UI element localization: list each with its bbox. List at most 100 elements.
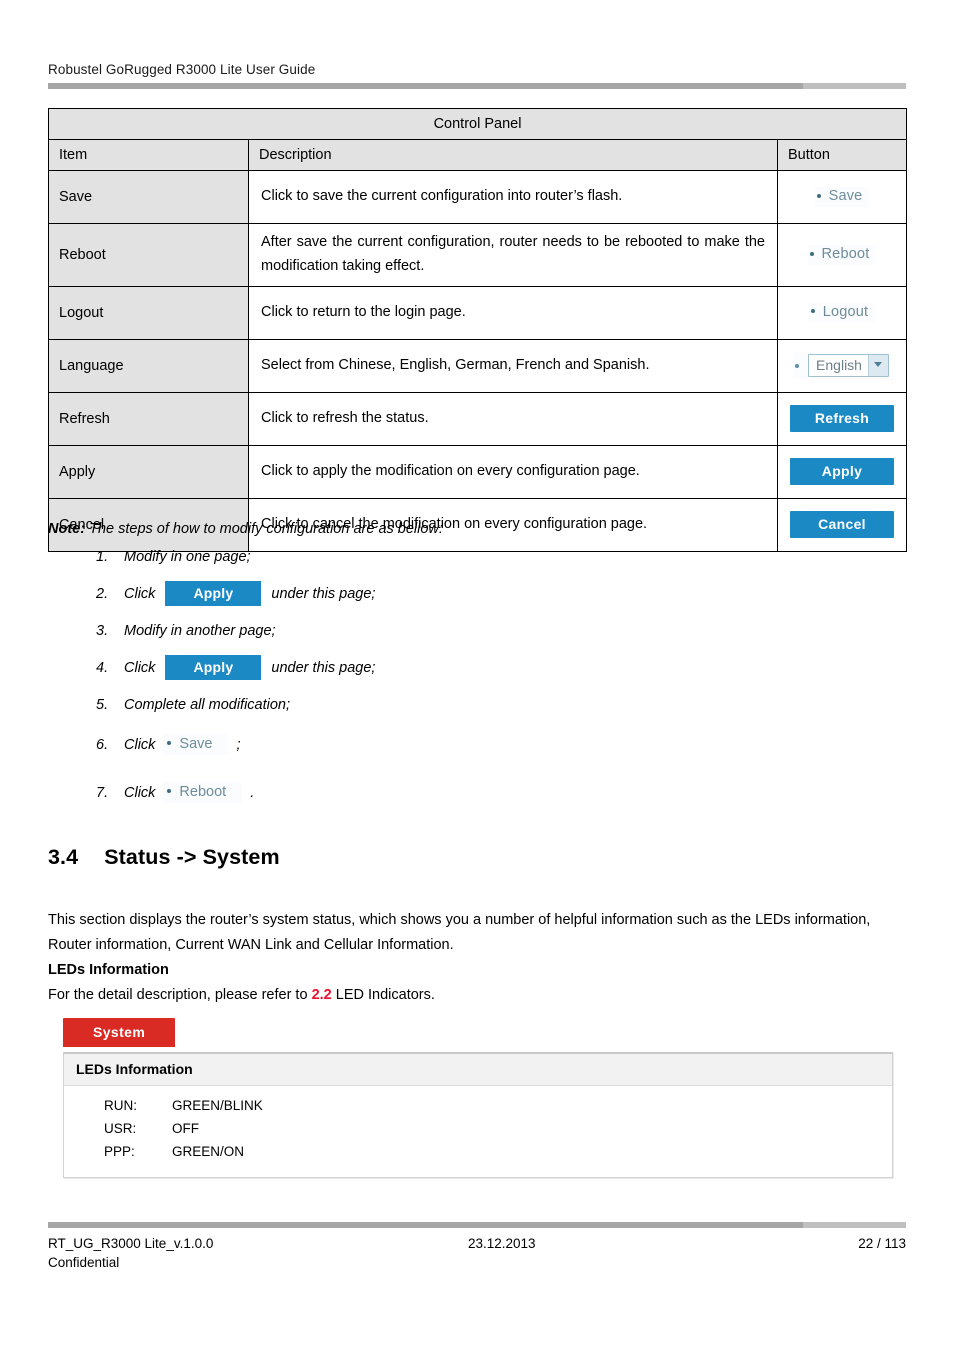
footer-date: 23.12.2013 [468, 1236, 536, 1251]
save-link-label: Save [828, 188, 863, 205]
language-control: English [793, 352, 891, 380]
step-suffix: ; [236, 736, 241, 753]
row-item-label: Reboot [48, 223, 249, 287]
note-label: Note: [48, 521, 86, 537]
row-description: Click to refresh the status. [248, 391, 778, 446]
footer-page-number: 22 / 113 [858, 1236, 906, 1251]
language-select[interactable]: English [808, 354, 889, 378]
step-text: Modify in one page; [124, 548, 251, 565]
led-value-ppp: GREEN/ON [172, 1144, 245, 1159]
bullet-icon [795, 363, 800, 368]
panel-body: RUN: GREEN/BLINK USR: OFF PPP: GREEN/ON [64, 1086, 892, 1177]
apply-button[interactable]: Apply [165, 655, 262, 681]
section-paragraph: This section displays the router’s syste… [48, 912, 871, 953]
footer-rule [48, 1222, 906, 1228]
leds-information-panel: LEDs Information RUN: GREEN/BLINK USR: O… [63, 1052, 893, 1178]
list-item: USR: OFF [64, 1117, 892, 1140]
apply-button[interactable]: Apply [165, 581, 262, 607]
chevron-down-icon [867, 355, 888, 377]
list-item: PPP: GREEN/ON [64, 1140, 892, 1163]
step-suffix: under this page; [271, 585, 376, 602]
step-number: 6. [96, 736, 109, 753]
header-title: Robustel GoRugged R3000 Lite User Guide [48, 62, 316, 77]
row-item-label: Save [48, 170, 249, 224]
bullet-icon [809, 251, 814, 256]
note-lead-text: The steps of how to modify configuration… [89, 521, 443, 537]
row-description: Click to apply the modification on every… [248, 444, 778, 499]
panel-title: LEDs Information [64, 1054, 892, 1086]
step-prefix: Click [124, 659, 156, 676]
list-item: 7. Click Reboot . [48, 769, 906, 817]
footer-classification: Confidential [48, 1255, 120, 1270]
note-block: Note: The steps of how to modify configu… [48, 519, 906, 817]
reboot-link-button[interactable]: Reboot [807, 245, 877, 265]
logout-link-button[interactable]: Logout [808, 303, 876, 323]
document-footer: RT_UG_R3000 Lite_v.1.0.0 23.12.2013 22 /… [48, 1222, 906, 1270]
refresh-button[interactable]: Refresh [790, 405, 894, 433]
step-suffix: under this page; [271, 659, 376, 676]
step-suffix: . [250, 784, 255, 801]
table-header-row: Item Description Button [48, 139, 908, 171]
save-link-button[interactable]: Save [814, 187, 870, 207]
list-item: RUN: GREEN/BLINK [64, 1094, 892, 1117]
footer-line: RT_UG_R3000 Lite_v.1.0.0 23.12.2013 22 /… [48, 1236, 906, 1251]
language-select-value: English [816, 357, 862, 374]
bullet-icon [167, 789, 172, 794]
list-item: 1. Modify in one page; [48, 541, 906, 573]
row-item-label: Refresh [48, 391, 249, 446]
led-value-usr: OFF [172, 1121, 199, 1136]
apply-button[interactable]: Apply [790, 458, 894, 486]
row-button-cell: Refresh [776, 391, 908, 446]
step-number: 5. [96, 696, 109, 713]
router-ui-screenshot: System LEDs Information RUN: GREEN/BLINK… [63, 1018, 901, 1178]
bullet-icon [816, 193, 821, 198]
table-title: Control Panel [47, 108, 908, 140]
row-item-label: Logout [48, 285, 249, 340]
row-button-cell: Logout [776, 285, 908, 340]
reference-suffix: LED Indicators. [331, 986, 435, 1003]
note-lead: Note: The steps of how to modify configu… [48, 519, 906, 541]
list-item: 2. Click Apply under this page; [48, 573, 906, 615]
row-item-label: Language [48, 338, 249, 393]
list-item: 3. Modify in another page; [48, 615, 906, 647]
step-number: 3. [96, 622, 109, 639]
section-body: This section displays the router’s syste… [48, 908, 906, 1008]
tab-system[interactable]: System [63, 1018, 176, 1047]
cross-reference-link[interactable]: 2.2 [312, 987, 332, 1003]
table-title-row: Control Panel [47, 108, 908, 140]
document-page: Robustel GoRugged R3000 Lite User Guide … [0, 0, 954, 1350]
bullet-icon [810, 309, 815, 314]
column-header-button: Button [776, 139, 908, 171]
list-item: 4. Click Apply under this page; [48, 647, 906, 689]
row-description: Click to return to the login page. [248, 285, 778, 340]
step-prefix: Click [124, 585, 156, 602]
section-number: 3.4 [48, 845, 79, 869]
step-text: Complete all modification; [124, 696, 291, 713]
control-panel-table: Control Panel Item Description Button Sa… [47, 108, 908, 552]
reboot-link-label: Reboot [179, 784, 227, 801]
row-item-label: Apply [48, 444, 249, 499]
step-number: 1. [96, 548, 109, 565]
table-row: Refresh Click to refresh the status. Ref… [48, 391, 908, 446]
column-header-item: Item [48, 139, 249, 171]
step-text: Modify in another page; [124, 622, 276, 639]
row-button-cell: Apply [776, 444, 908, 499]
save-link-label: Save [179, 736, 213, 753]
step-number: 7. [96, 784, 109, 801]
step-number: 2. [96, 585, 109, 602]
footer-doc-id: RT_UG_R3000 Lite_v.1.0.0 [48, 1236, 214, 1251]
table-row: Apply Click to apply the modification on… [48, 444, 908, 499]
step-prefix: Click [124, 736, 156, 753]
bullet-icon [167, 741, 172, 746]
row-description: Select from Chinese, English, German, Fr… [248, 338, 778, 393]
led-key-ppp: PPP: [104, 1144, 135, 1159]
note-steps: 1. Modify in one page; 2. Click Apply un… [48, 541, 906, 817]
table-row: Reboot After save the current configurat… [48, 223, 908, 287]
reboot-link-label: Reboot [821, 246, 870, 263]
header-rule [48, 83, 906, 89]
column-header-description: Description [248, 139, 778, 171]
document-header: Robustel GoRugged R3000 Lite User Guide [48, 62, 906, 89]
reboot-link-button[interactable]: Reboot [163, 782, 243, 804]
save-link-button[interactable]: Save [163, 734, 229, 756]
section-heading: 3.4 Status -> System [48, 845, 280, 870]
